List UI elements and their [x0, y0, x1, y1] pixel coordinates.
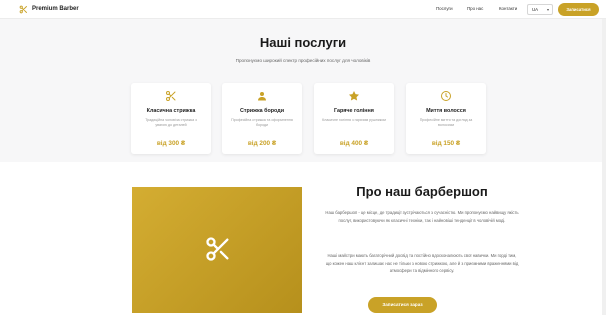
service-title: Стрижка бороди [239, 108, 285, 114]
services-section: Наші послуги Пропонуємо широкий спектр п… [0, 19, 606, 162]
service-price: від 150 ₴ [431, 140, 461, 147]
service-card-beard[interactable]: Стрижка бороди Професійна стрижка та офо… [222, 83, 302, 154]
site-header: Premium Barber Послуги Про нас Контакти … [0, 0, 606, 19]
services-title: Наші послуги [259, 35, 347, 50]
language-select[interactable]: UA ▾ [527, 4, 553, 15]
service-card-haircut[interactable]: Класична стрижка Традиційна чоловіча стр… [131, 83, 211, 154]
service-description: Традиційна чоловіча стрижка з увагою до … [145, 118, 197, 127]
chevron-down-icon: ▾ [546, 7, 549, 12]
scissors-icon [19, 5, 28, 14]
star-icon [348, 90, 360, 102]
scissors-icon [165, 90, 177, 102]
brand-name: Premium Barber [32, 6, 79, 12]
about-title: Про наш барбершоп [356, 184, 488, 199]
service-title: Класична стрижка [146, 108, 196, 114]
page-scrollbar[interactable] [602, 19, 606, 315]
about-image [132, 187, 302, 313]
service-card-shave[interactable]: Гаряче гоління Класичне гоління з гарячи… [314, 83, 394, 154]
service-card-wash[interactable]: Миття волосся Професійне миття та догляд… [406, 83, 486, 154]
nav-link-about[interactable]: Про нас [467, 6, 483, 12]
language-current: UA [532, 7, 539, 12]
clock-icon [440, 90, 452, 102]
service-price: від 300 ₴ [156, 140, 186, 147]
about-section: Про наш барбершоп Наш барбершоп - це міс… [0, 162, 606, 315]
service-description: Професійне миття та догляд за волоссям [419, 118, 473, 127]
service-price: від 400 ₴ [339, 140, 369, 147]
service-description: Професійна стрижка та оформлення бороди [231, 118, 293, 127]
about-paragraph-2: Наші майстри мають багаторічний досвід т… [325, 253, 519, 274]
book-button-header[interactable]: Записатися [558, 3, 599, 16]
nav-link-services[interactable]: Послуги [436, 6, 453, 12]
nav-link-contacts[interactable]: Контакти [499, 6, 517, 12]
service-description: Класичне гоління з гарячим рушником [322, 118, 386, 122]
scissors-icon [206, 237, 229, 261]
service-price: від 200 ₴ [247, 140, 277, 147]
services-subtitle: Пропонуємо широкий спектр професійних по… [235, 58, 371, 63]
brand-logo[interactable]: Premium Barber [19, 5, 79, 14]
service-title: Гаряче гоління [334, 108, 374, 114]
service-title: Миття волосся [426, 108, 466, 114]
user-icon [256, 90, 268, 102]
book-now-button[interactable]: Записатися зараз [368, 297, 437, 313]
about-paragraph-1: Наш барбершоп - це місце, де традиції зу… [325, 210, 519, 223]
